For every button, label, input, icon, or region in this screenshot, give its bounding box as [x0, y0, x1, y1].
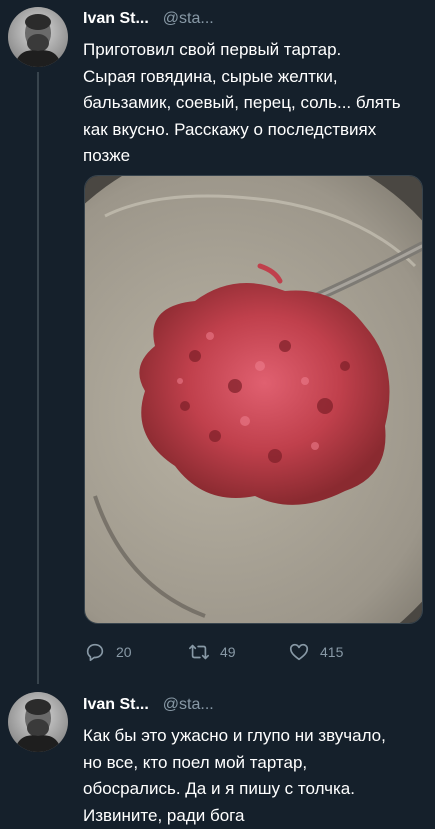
tweet-photo[interactable]	[84, 175, 423, 624]
avatar-image	[8, 692, 68, 752]
thread-line	[37, 72, 39, 684]
tweet-1[interactable]: Ivan St... @sta... Приготовил свой первы…	[0, 0, 435, 690]
avatar-image	[8, 7, 68, 67]
author-handle[interactable]: @sta...	[163, 696, 214, 714]
reply-count: 20	[116, 644, 132, 660]
avatar[interactable]	[8, 7, 68, 67]
author-name[interactable]: Ivan St...	[83, 10, 149, 28]
reply-button[interactable]: 20	[84, 639, 132, 665]
author-name[interactable]: Ivan St...	[83, 696, 149, 714]
author-handle[interactable]: @sta...	[163, 10, 214, 28]
heart-icon	[289, 643, 309, 661]
reply-icon	[86, 643, 104, 662]
retweet-count: 49	[220, 644, 236, 660]
retweet-icon	[189, 644, 209, 660]
tweet-text: Как бы это ужасно и глупо ни звучало, но…	[83, 726, 386, 825]
avatar[interactable]	[8, 692, 68, 752]
tweet-text: Приготовил свой первый тартар. Сырая гов…	[83, 40, 401, 165]
like-count: 415	[320, 644, 344, 660]
tartare-photo	[85, 176, 422, 623]
retweet-button[interactable]: 49	[188, 639, 236, 665]
like-button[interactable]: 415	[288, 639, 343, 665]
tweet-2[interactable]: Ivan St... @sta... Как бы это ужасно и г…	[0, 690, 435, 828]
